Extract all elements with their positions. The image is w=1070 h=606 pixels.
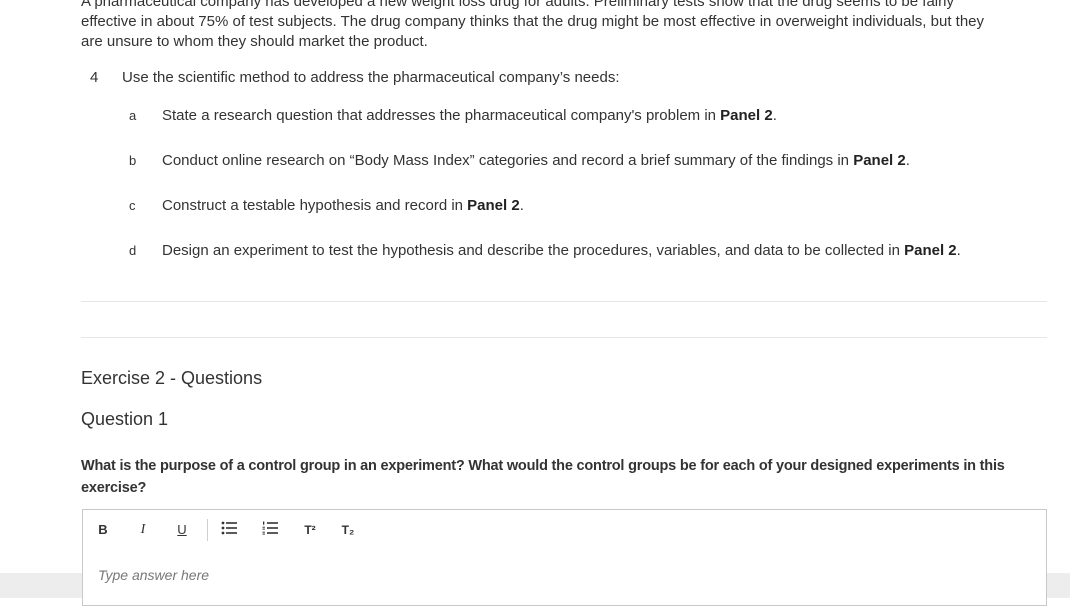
answer-placeholder[interactable]: Type answer here bbox=[98, 567, 209, 583]
intro-line: A pharmaceutical company has developed a… bbox=[81, 0, 954, 10]
subitem-letter: a bbox=[129, 108, 137, 123]
step-text: Use the scientific method to address the… bbox=[122, 69, 620, 86]
bulleted-list-button[interactable] bbox=[220, 521, 238, 539]
panel-ref: Panel 2 bbox=[853, 152, 906, 169]
subitem-body: Construct a testable hypothesis and reco… bbox=[162, 197, 468, 214]
italic-button[interactable]: I bbox=[136, 521, 150, 539]
subitem-end: . bbox=[519, 197, 524, 214]
subitem-end: . bbox=[772, 107, 777, 124]
subitem-text: Design an experiment to test the hypothe… bbox=[162, 241, 961, 261]
question-title: Question 1 bbox=[81, 409, 169, 429]
bulleted-list-icon bbox=[221, 521, 237, 535]
toolbar-separator bbox=[207, 519, 208, 541]
subitem-end: . bbox=[956, 242, 961, 259]
divider bbox=[81, 337, 1047, 338]
subitem-end: . bbox=[905, 152, 910, 169]
subitem-text: Conduct online research on “Body Mass In… bbox=[162, 151, 910, 171]
subitem-letter: d bbox=[129, 243, 137, 258]
numbered-list-icon bbox=[262, 521, 278, 535]
intro-line: are unsure to whom they should market th… bbox=[81, 33, 428, 50]
subitem-text: Construct a testable hypothesis and reco… bbox=[162, 196, 524, 216]
panel-ref: Panel 2 bbox=[904, 242, 957, 259]
question-prompt: What is the purpose of a control group i… bbox=[81, 458, 1005, 496]
subitem-body: State a research question that addresses… bbox=[162, 107, 721, 124]
subitem-text: State a research question that addresses… bbox=[162, 106, 777, 126]
divider bbox=[81, 301, 1047, 302]
subscript-button[interactable]: T₂ bbox=[339, 521, 357, 539]
subitem-body: Design an experiment to test the hypothe… bbox=[162, 242, 905, 259]
intro-paragraph: A pharmaceutical company has developed a… bbox=[81, 0, 1056, 52]
editor-toolbar: B I U T² T₂ bbox=[83, 510, 1046, 550]
step-number: 4 bbox=[90, 69, 99, 86]
numbered-list-button[interactable] bbox=[261, 521, 279, 539]
intro-line: effective in about 75% of test subjects.… bbox=[81, 13, 985, 30]
subitem-letter: c bbox=[129, 198, 136, 213]
exercise-title: Exercise 2 - Questions bbox=[81, 368, 263, 388]
panel-ref: Panel 2 bbox=[720, 107, 773, 124]
subitem-letter: b bbox=[129, 153, 137, 168]
underline-button[interactable]: U bbox=[175, 521, 189, 539]
panel-ref: Panel 2 bbox=[467, 197, 520, 214]
subitem-body: Conduct online research on “Body Mass In… bbox=[162, 152, 854, 169]
answer-editor[interactable]: B I U T² T₂ Type answer here bbox=[82, 509, 1047, 606]
superscript-button[interactable]: T² bbox=[301, 521, 319, 539]
bold-button[interactable]: B bbox=[96, 521, 110, 539]
